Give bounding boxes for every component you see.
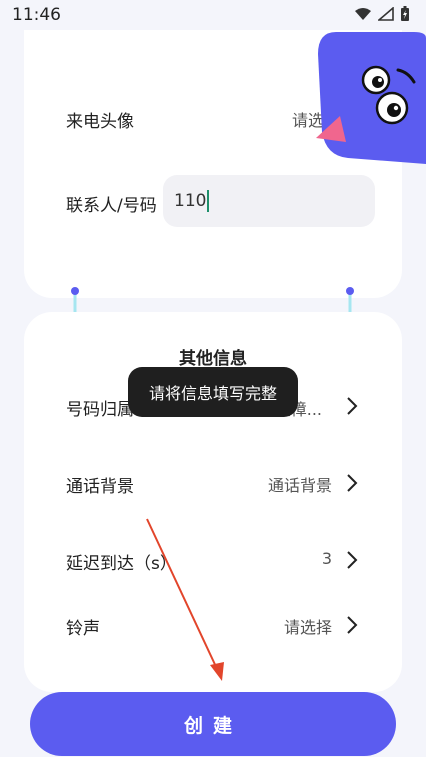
contact-number-value: 110	[174, 191, 207, 211]
chevron-right-icon	[347, 551, 358, 569]
call-background-label: 通话背景	[66, 477, 134, 497]
toast-message: 请将信息填写完整	[128, 367, 298, 417]
other-info-title: 其他信息	[179, 349, 247, 369]
create-button[interactable]: 创建	[30, 692, 396, 756]
contact-label: 联系人/号码	[66, 196, 157, 216]
annotation-arrow-icon	[146, 518, 224, 681]
caller-avatar-label: 来电头像	[66, 112, 134, 132]
delay-value: 3	[321, 549, 332, 568]
battery-icon	[401, 6, 409, 21]
ringtone-label: 铃声	[66, 619, 100, 639]
call-background-value: 通话背景	[267, 476, 332, 495]
wifi-icon	[355, 8, 371, 20]
signal-icon	[378, 7, 394, 21]
ringtone-value: 请选择	[283, 618, 332, 637]
contact-number-input[interactable]: 110	[163, 175, 375, 227]
status-icons	[354, 6, 410, 22]
chevron-right-icon	[347, 397, 358, 415]
status-bar: 11:46	[0, 0, 426, 30]
chevron-right-icon	[347, 616, 358, 634]
text-cursor	[207, 190, 210, 212]
status-time: 11:46	[12, 5, 61, 25]
mascot-float-icon[interactable]	[314, 28, 426, 168]
chevron-right-icon	[347, 474, 358, 492]
